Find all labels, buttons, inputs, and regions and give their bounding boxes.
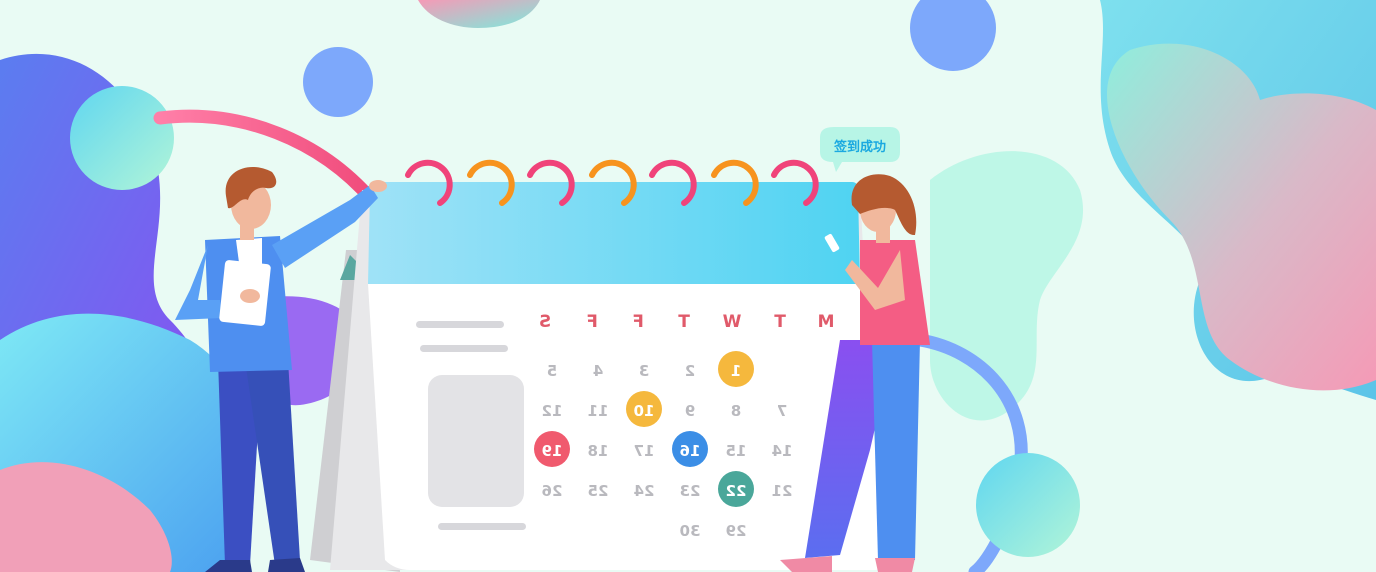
speech-bubble-text: 签到成功 — [833, 139, 886, 155]
date-number: 14 — [772, 442, 793, 460]
weekday-header: T — [774, 312, 786, 332]
date-cell: 2 — [685, 362, 695, 380]
date-number: 18 — [588, 442, 609, 460]
date-cell: 5 — [547, 362, 557, 380]
date-number: 7 — [777, 402, 787, 420]
man-shoe — [268, 558, 305, 572]
date-number: 15 — [726, 442, 747, 460]
calendar-header — [368, 182, 860, 284]
man-hand — [369, 180, 387, 192]
date-number: 17 — [634, 442, 655, 460]
left-mint-circle — [70, 86, 174, 190]
date-number: 2 — [685, 362, 695, 380]
date-number: 16 — [680, 442, 701, 460]
right-mint-shape — [930, 151, 1084, 421]
date-cell: 15 — [726, 442, 747, 460]
date-cell: 8 — [731, 402, 741, 420]
blue-circle-small — [303, 47, 373, 117]
checkin-illustration: SFFTWTMS 5432112111098719181716151426252… — [0, 0, 1376, 572]
date-cell: 4 — [593, 362, 603, 380]
date-cell-highlighted: 10 — [626, 391, 662, 427]
date-number: 8 — [731, 402, 741, 420]
right-mint-circle — [976, 453, 1080, 557]
date-cell: 25 — [588, 482, 609, 500]
date-number: 19 — [542, 442, 563, 460]
top-pink-circle — [418, 0, 540, 28]
page-line — [420, 345, 508, 352]
page-line — [416, 321, 504, 328]
date-cell: 11 — [588, 402, 609, 420]
date-number: 1 — [731, 362, 741, 380]
date-cell-highlighted: 16 — [672, 431, 708, 467]
weekday-header: T — [678, 312, 690, 332]
date-cell: 17 — [634, 442, 655, 460]
date-cell: 12 — [542, 402, 563, 420]
date-number: 25 — [588, 482, 609, 500]
date-cell-highlighted: 1 — [718, 351, 754, 387]
date-cell: 18 — [588, 442, 609, 460]
calendar: SFFTWTMS 5432112111098719181716151426252… — [310, 159, 885, 572]
date-number: 29 — [726, 522, 747, 540]
date-cell: 26 — [542, 482, 563, 500]
weekday-header: W — [722, 312, 741, 332]
date-number: 21 — [772, 482, 793, 500]
date-number: 3 — [639, 362, 649, 380]
date-number: 26 — [542, 482, 563, 500]
page-block — [428, 375, 524, 507]
date-cell: 14 — [772, 442, 793, 460]
weekday-header: S — [539, 312, 551, 332]
date-cell-highlighted: 19 — [534, 431, 570, 467]
woman-shoe — [875, 558, 915, 572]
date-cell: 3 — [639, 362, 649, 380]
date-number: 24 — [634, 482, 655, 500]
date-number: 10 — [634, 402, 655, 420]
date-cell: 24 — [634, 482, 655, 500]
weekday-header: M — [818, 312, 835, 332]
man-hand — [240, 289, 260, 303]
date-number: 5 — [547, 362, 557, 380]
speech-bubble: 签到成功 — [820, 127, 900, 172]
date-cell-highlighted: 22 — [718, 471, 754, 507]
date-cell: 30 — [680, 522, 701, 540]
date-cell: 21 — [772, 482, 793, 500]
date-number: 23 — [680, 482, 701, 500]
blue-circle-top — [910, 0, 996, 71]
weekday-header: F — [586, 312, 598, 332]
date-number: 9 — [685, 402, 695, 420]
date-number: 12 — [542, 402, 563, 420]
date-number: 22 — [726, 482, 747, 500]
date-number: 11 — [588, 402, 609, 420]
page-line — [438, 523, 526, 530]
date-cell: 7 — [777, 402, 787, 420]
woman-leg — [872, 340, 920, 560]
date-number: 4 — [593, 362, 603, 380]
date-cell: 23 — [680, 482, 701, 500]
date-cell: 29 — [726, 522, 747, 540]
weekday-header: F — [632, 312, 644, 332]
date-number: 30 — [680, 522, 701, 540]
date-cell: 9 — [685, 402, 695, 420]
